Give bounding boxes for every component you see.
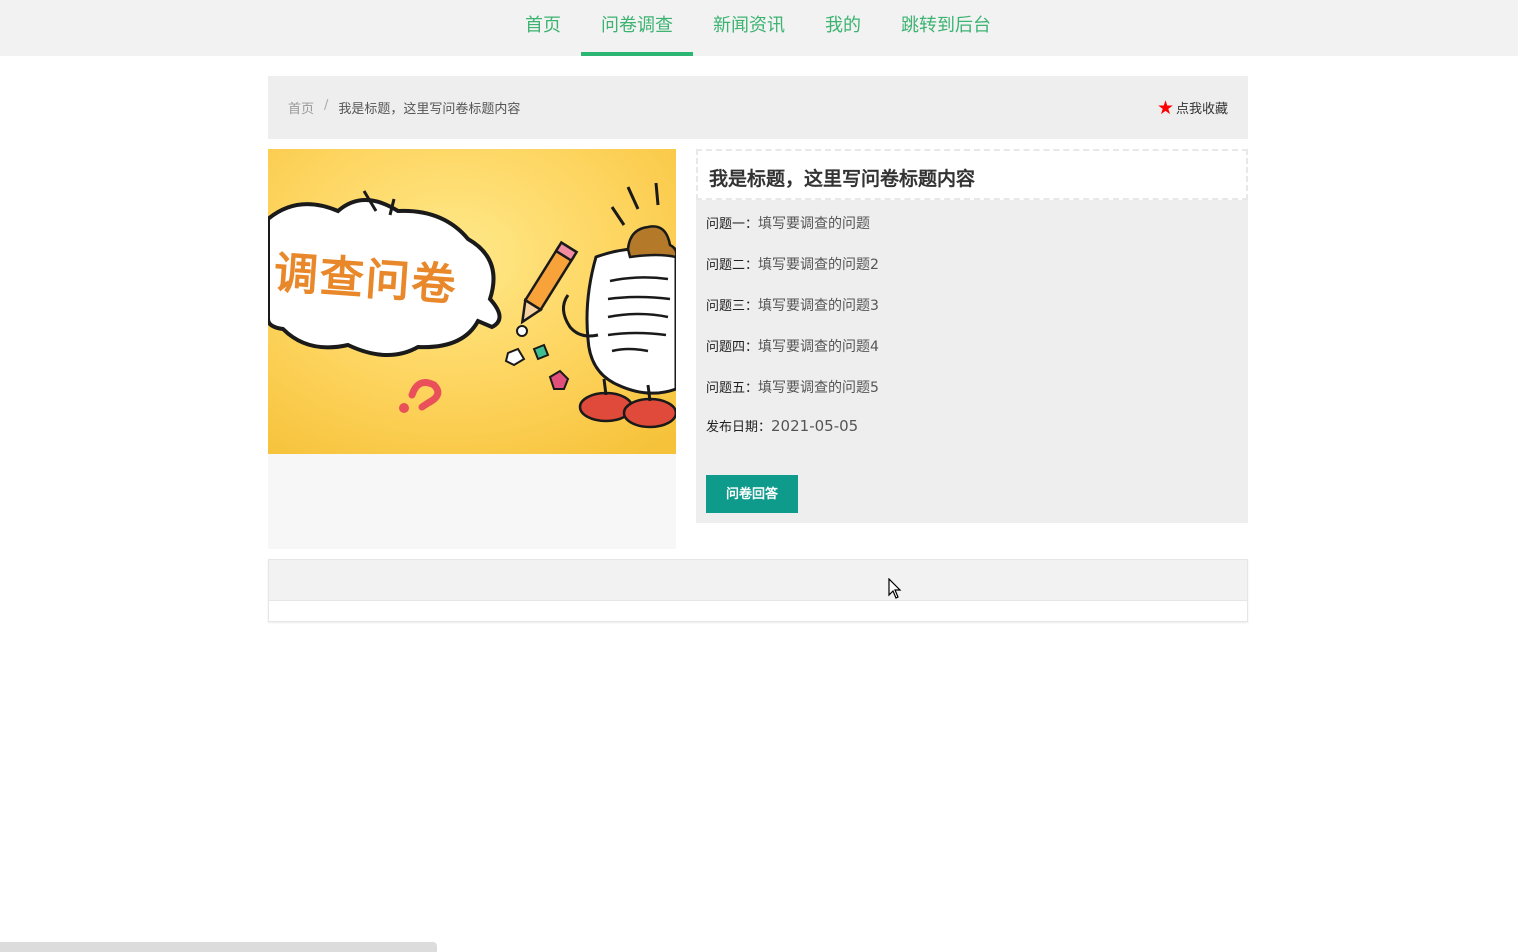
favorite-label: 点我收藏 bbox=[1175, 102, 1228, 117]
question-row-1: 问题一：填写要调查的问题 bbox=[706, 213, 870, 233]
nav-item-admin[interactable]: 跳转到后台 bbox=[881, 0, 1011, 56]
content-card-header bbox=[269, 560, 1247, 601]
publish-date-row: 发布日期：2021-05-05 bbox=[706, 416, 858, 435]
question-label: 问题一： bbox=[706, 217, 759, 232]
top-navigation: 首页 问卷调查 新闻资讯 我的 跳转到后台 bbox=[0, 0, 1518, 56]
question-row-3: 问题三：填写要调查的问题3 bbox=[706, 295, 879, 315]
question-label: 问题二： bbox=[706, 258, 759, 273]
question-text: 填写要调查的问题2 bbox=[758, 257, 879, 273]
mouse-cursor-icon bbox=[888, 578, 902, 599]
breadcrumb-separator: / bbox=[324, 98, 329, 113]
publish-date-value: 2021-05-05 bbox=[771, 417, 859, 435]
survey-image-panel: 调查问卷 bbox=[268, 149, 676, 549]
question-label: 问题五： bbox=[706, 381, 759, 396]
horizontal-scrollbar[interactable] bbox=[0, 942, 437, 952]
content-card bbox=[268, 559, 1248, 622]
question-label: 问题四： bbox=[706, 340, 759, 355]
question-text: 填写要调查的问题 bbox=[758, 216, 871, 232]
survey-banner-image: 调查问卷 bbox=[268, 149, 676, 454]
nav-item-home[interactable]: 首页 bbox=[505, 0, 581, 56]
nav-menu: 首页 问卷调查 新闻资讯 我的 跳转到后台 bbox=[505, 0, 1011, 56]
nav-item-mine[interactable]: 我的 bbox=[805, 0, 881, 56]
nav-item-survey[interactable]: 问卷调查 bbox=[581, 0, 693, 56]
nav-item-news[interactable]: 新闻资讯 bbox=[693, 0, 805, 56]
question-row-5: 问题五：填写要调查的问题5 bbox=[706, 377, 879, 397]
survey-info-panel: 我是标题，这里写问卷标题内容 问题一：填写要调查的问题 问题二：填写要调查的问题… bbox=[696, 149, 1248, 523]
survey-title-box: 我是标题，这里写问卷标题内容 bbox=[696, 149, 1248, 200]
question-row-4: 问题四：填写要调查的问题4 bbox=[706, 336, 879, 356]
answer-survey-button[interactable]: 问卷回答 bbox=[706, 475, 798, 513]
star-icon: ★ bbox=[1156, 96, 1174, 119]
breadcrumb-current: 我是标题，这里写问卷标题内容 bbox=[338, 102, 521, 117]
breadcrumb-bar: 首页 / 我是标题，这里写问卷标题内容 ★ 点我收藏 bbox=[268, 76, 1248, 139]
favorite-button[interactable]: ★ 点我收藏 bbox=[1157, 98, 1228, 117]
banner-text: 调查问卷 bbox=[272, 247, 460, 312]
publish-date-label: 发布日期： bbox=[706, 420, 772, 435]
question-label: 问题三： bbox=[706, 299, 759, 314]
breadcrumb: 首页 / 我是标题，这里写问卷标题内容 bbox=[288, 98, 520, 117]
question-text: 填写要调查的问题5 bbox=[758, 380, 879, 396]
question-row-2: 问题二：填写要调查的问题2 bbox=[706, 254, 879, 274]
breadcrumb-home-link[interactable]: 首页 bbox=[288, 98, 314, 117]
question-text: 填写要调查的问题4 bbox=[758, 339, 879, 355]
survey-title: 我是标题，这里写问卷标题内容 bbox=[709, 168, 976, 190]
question-text: 填写要调查的问题3 bbox=[758, 298, 879, 314]
